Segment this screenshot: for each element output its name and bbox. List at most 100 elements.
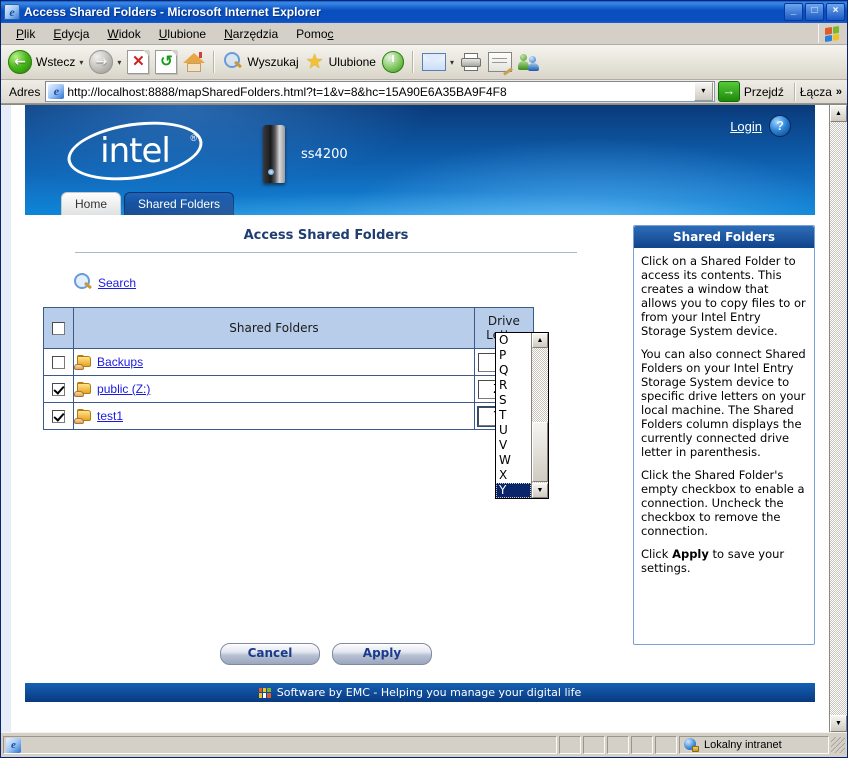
dropdown-option[interactable]: P (496, 348, 531, 363)
go-arrow-icon: → (717, 81, 740, 102)
dropdown-scroll-track[interactable] (532, 348, 548, 483)
address-dropdown-button[interactable]: ▾ (693, 82, 713, 101)
row-checkbox-backups[interactable] (52, 356, 66, 370)
help-paragraph: Click the Shared Folder's empty checkbox… (641, 468, 805, 538)
main-column: Access Shared Folders Search Shared Fold… (25, 215, 627, 683)
maximize-button[interactable]: □ (805, 3, 824, 21)
menu-item-edycja[interactable]: Edycja (44, 25, 98, 43)
help-paragraph-apply: Click Apply to save your settings. (641, 547, 807, 575)
browser-window: Access Shared Folders - Microsoft Intern… (0, 0, 848, 758)
status-message-pane (3, 736, 557, 754)
device-name-label: ss4200 (301, 147, 348, 162)
forward-button[interactable]: → ▾ (86, 48, 124, 76)
help-icon[interactable]: ? (769, 115, 791, 137)
search-icon (223, 52, 243, 72)
row-checkbox-cell (42, 348, 75, 376)
dropdown-option[interactable]: U (496, 423, 531, 438)
search-link[interactable]: Search (98, 276, 136, 290)
dropdown-option[interactable]: T (496, 408, 531, 423)
dropdown-scrollbar[interactable]: ▲ ▼ (531, 333, 548, 498)
search-row[interactable]: Search (73, 273, 627, 293)
minimize-button[interactable]: _ (784, 3, 803, 21)
dropdown-option[interactable]: W (496, 453, 531, 468)
close-icon: × (832, 5, 839, 16)
scroll-down-icon[interactable]: ▼ (532, 483, 548, 498)
status-pane-4 (631, 736, 653, 754)
row-checkbox-public[interactable] (52, 383, 66, 397)
links-bar-label[interactable]: Łącza (800, 85, 832, 99)
login-link[interactable]: Login (730, 119, 762, 134)
intel-logo: intel ® (63, 113, 207, 189)
folder-link-test1[interactable]: test1 (97, 409, 123, 423)
intranet-zone-icon (684, 738, 699, 752)
dropdown-option[interactable]: S (496, 393, 531, 408)
drive-letter-header-line1: Drive (487, 314, 520, 328)
page-status-icon (6, 737, 21, 753)
dropdown-option[interactable]: R (496, 378, 531, 393)
back-button[interactable]: ← Wstecz ▾ (5, 48, 86, 76)
page-left-gutter (1, 105, 11, 732)
folder-link-public[interactable]: public (Z:) (97, 382, 150, 396)
messenger-button[interactable] (515, 51, 543, 73)
help-apply-prefix: Click (641, 547, 673, 561)
close-button[interactable]: × (826, 3, 845, 21)
help-apply-bold: Apply (672, 547, 709, 561)
shared-folders-header: Shared Folders (73, 307, 475, 349)
scroll-up-icon[interactable]: ▲ (830, 105, 847, 122)
menu-item-widok[interactable]: Widok (98, 25, 149, 43)
title-bar: Access Shared Folders - Microsoft Intern… (1, 1, 847, 23)
help-paragraph: You can also connect Shared Folders on y… (641, 347, 806, 459)
menu-item-ulubione[interactable]: Ulubione (150, 25, 215, 43)
go-button[interactable]: → Przejdź (715, 81, 790, 102)
home-button[interactable] (180, 50, 208, 74)
dropdown-scroll-thumb[interactable] (532, 422, 548, 483)
page-scrollbar[interactable]: ▲ ▼ (829, 105, 847, 732)
scroll-up-icon[interactable]: ▲ (532, 333, 548, 348)
shared-folders-table: Shared Folders Drive Letter (42, 307, 535, 430)
dropdown-option[interactable]: O (496, 333, 531, 348)
select-all-checkbox[interactable] (52, 322, 66, 335)
table-row: public (Z:) Z ▼ (42, 375, 535, 403)
folder-link-backups[interactable]: Backups (97, 355, 143, 369)
tab-bar: Home Shared Folders (61, 192, 235, 215)
print-button[interactable] (457, 51, 485, 73)
menu-item-narzedzia[interactable]: Narzędzia (215, 25, 287, 43)
address-input[interactable]: http://localhost:8888/mapSharedFolders.h… (45, 81, 715, 102)
maximize-icon: □ (811, 5, 818, 16)
row-checkbox-test1[interactable] (52, 410, 66, 424)
shared-folder-icon (74, 408, 92, 424)
apply-button[interactable]: Apply (332, 643, 432, 665)
address-label: Adres (9, 84, 41, 99)
back-button-label: Wstecz (36, 55, 76, 69)
tab-home[interactable]: Home (61, 192, 122, 215)
windows-flag-logo (818, 24, 845, 43)
security-zone-pane[interactable]: Lokalny intranet (679, 736, 829, 754)
drive-letter-dropdown-list[interactable]: O P Q R S T U V W X Y ▲ ▼ (495, 332, 549, 499)
scroll-down-icon[interactable]: ▼ (830, 715, 847, 732)
history-button[interactable] (379, 49, 407, 75)
dropdown-option[interactable]: Q (496, 363, 531, 378)
resize-grip[interactable] (831, 737, 845, 753)
mail-button[interactable]: ▾ (419, 51, 457, 73)
favorites-button[interactable]: ★ Ulubione (302, 50, 379, 74)
tab-shared-folders[interactable]: Shared Folders (124, 192, 235, 215)
mail-icon (421, 53, 446, 71)
favorites-button-label: Ulubione (328, 55, 376, 69)
help-sidebar: Shared Folders Click on a Shared Folder … (627, 215, 815, 683)
dropdown-option[interactable]: X (496, 468, 531, 483)
search-button[interactable]: Wyszukaj (220, 50, 301, 74)
dropdown-option-selected[interactable]: Y (496, 483, 531, 498)
chevron-double-right-icon[interactable]: » (836, 86, 845, 98)
edit-button[interactable] (485, 50, 515, 76)
toolbar-separator-1 (213, 51, 216, 73)
stop-button[interactable]: ✕ (124, 48, 152, 76)
menu-item-pomoc[interactable]: Pomoc (287, 25, 342, 43)
cancel-button[interactable]: Cancel (220, 643, 320, 665)
help-panel: Shared Folders Click on a Shared Folder … (633, 225, 815, 645)
table-row: Backups ▼ (42, 348, 535, 376)
dropdown-option[interactable]: V (496, 438, 531, 453)
menu-item-plik[interactable]: Plik (7, 25, 44, 43)
chevron-down-icon-forward: ▾ (117, 57, 122, 67)
row-checkbox-cell (42, 375, 75, 403)
refresh-button[interactable]: ↺ (152, 48, 180, 76)
